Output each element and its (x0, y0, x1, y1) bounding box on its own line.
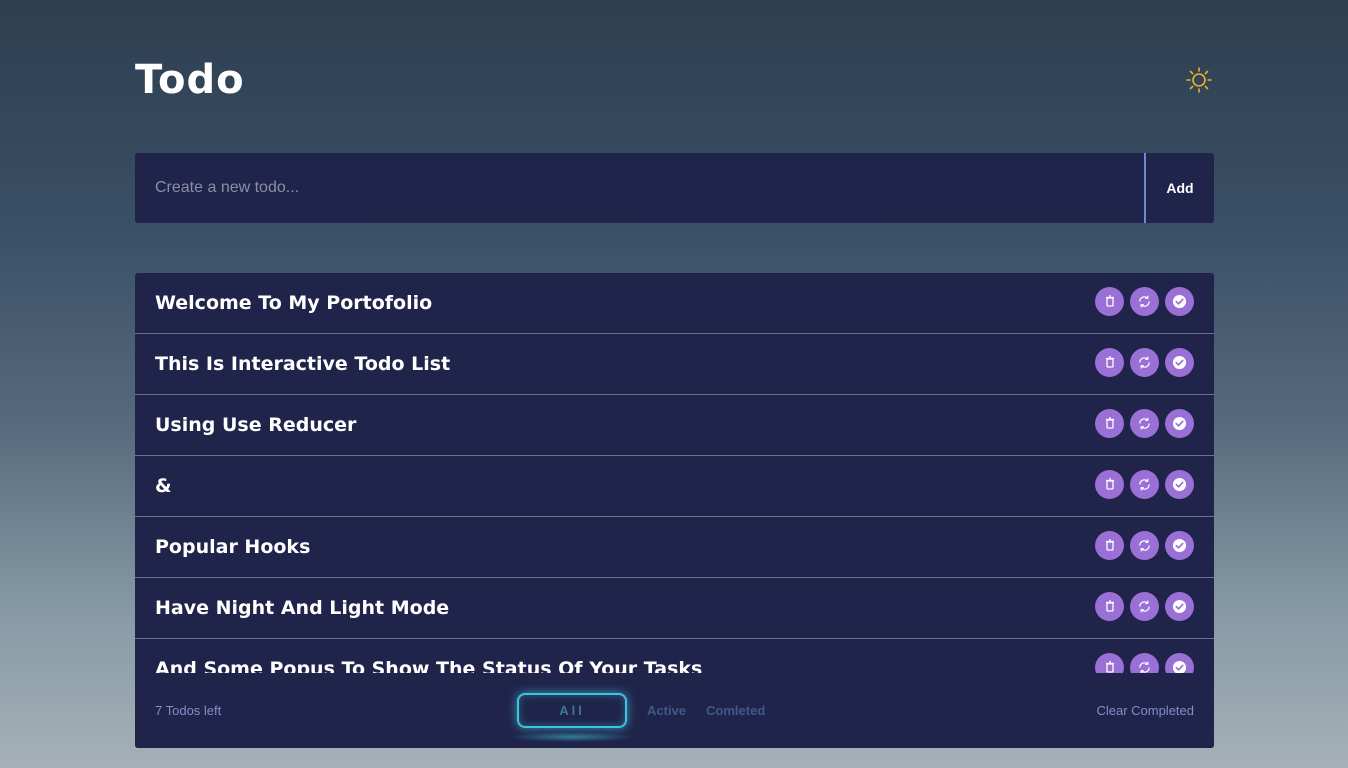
todo-text: Have Night And Light Mode (155, 597, 450, 619)
check-circle-icon (1172, 294, 1187, 308)
trash-icon (1105, 417, 1114, 429)
todos-left-count: 7 Todos left (155, 703, 222, 718)
trash-icon (1105, 295, 1114, 307)
complete-button[interactable] (1165, 347, 1194, 377)
check-circle-icon (1172, 477, 1187, 491)
todo-actions (1095, 591, 1194, 621)
complete-button[interactable] (1165, 591, 1194, 621)
update-button[interactable] (1130, 652, 1159, 673)
refresh-icon (1139, 478, 1150, 490)
app-header: Todo (135, 55, 1214, 105)
filter-completed-button[interactable]: Comleted (706, 703, 765, 718)
todo-text: Using Use Reducer (155, 414, 357, 436)
todo-item[interactable]: Welcome To My Portofolio (135, 273, 1214, 334)
delete-button[interactable] (1095, 469, 1124, 499)
trash-icon (1105, 661, 1114, 673)
trash-icon (1105, 539, 1114, 551)
todo-footer: 7 Todos left All Active Comleted Clear C… (135, 673, 1214, 748)
todo-item[interactable]: & (135, 456, 1214, 517)
page-title: Todo (135, 57, 245, 103)
check-circle-icon (1172, 538, 1187, 552)
add-button[interactable]: Add (1144, 153, 1214, 223)
update-button[interactable] (1130, 408, 1159, 438)
refresh-icon (1139, 539, 1150, 551)
todo-text: & (155, 475, 172, 497)
todo-item[interactable]: Using Use Reducer (135, 395, 1214, 456)
delete-button[interactable] (1095, 408, 1124, 438)
refresh-icon (1139, 600, 1150, 612)
trash-icon (1105, 600, 1114, 612)
todo-actions (1095, 286, 1194, 316)
todo-text: This Is Interactive Todo List (155, 353, 451, 375)
delete-button[interactable] (1095, 347, 1124, 377)
new-todo-form: Add (135, 153, 1214, 223)
refresh-icon (1139, 417, 1150, 429)
todo-list[interactable]: Welcome To My Portofolio This Is Interac… (135, 273, 1214, 673)
theme-toggle-button[interactable] (1185, 66, 1213, 94)
complete-button[interactable] (1165, 408, 1194, 438)
complete-button[interactable] (1165, 652, 1194, 673)
refresh-icon (1139, 661, 1150, 673)
trash-icon (1105, 478, 1114, 490)
trash-icon (1105, 356, 1114, 368)
refresh-icon (1139, 356, 1150, 368)
check-circle-icon (1172, 599, 1187, 613)
todo-item[interactable]: Have Night And Light Mode (135, 578, 1214, 639)
refresh-icon (1139, 295, 1150, 307)
delete-button[interactable] (1095, 652, 1124, 673)
todo-actions (1095, 347, 1194, 377)
check-circle-icon (1172, 355, 1187, 369)
todo-actions (1095, 652, 1194, 673)
todo-actions (1095, 408, 1194, 438)
todo-item[interactable]: And Some Popus To Show The Status Of You… (135, 639, 1214, 673)
update-button[interactable] (1130, 469, 1159, 499)
todo-text: Welcome To My Portofolio (155, 292, 433, 314)
delete-button[interactable] (1095, 286, 1124, 316)
update-button[interactable] (1130, 591, 1159, 621)
complete-button[interactable] (1165, 469, 1194, 499)
sun-icon (1186, 67, 1212, 93)
check-circle-icon (1172, 416, 1187, 430)
filter-group: All Active Comleted (509, 693, 765, 742)
delete-button[interactable] (1095, 591, 1124, 621)
todo-list-panel: Welcome To My Portofolio This Is Interac… (135, 273, 1214, 748)
new-todo-input[interactable] (135, 153, 1144, 223)
check-circle-icon (1172, 660, 1187, 673)
todo-actions (1095, 530, 1194, 560)
update-button[interactable] (1130, 347, 1159, 377)
delete-button[interactable] (1095, 530, 1124, 560)
todo-item[interactable]: This Is Interactive Todo List (135, 334, 1214, 395)
filter-active-button[interactable]: Active (647, 703, 686, 718)
complete-button[interactable] (1165, 530, 1194, 560)
complete-button[interactable] (1165, 286, 1194, 316)
todo-item[interactable]: Popular Hooks (135, 517, 1214, 578)
todo-text: Popular Hooks (155, 536, 311, 558)
update-button[interactable] (1130, 530, 1159, 560)
update-button[interactable] (1130, 286, 1159, 316)
todo-text: And Some Popus To Show The Status Of You… (155, 658, 703, 673)
clear-completed-button[interactable]: Clear Completed (1096, 703, 1194, 718)
filter-all-button[interactable]: All (509, 693, 635, 742)
todo-actions (1095, 469, 1194, 499)
